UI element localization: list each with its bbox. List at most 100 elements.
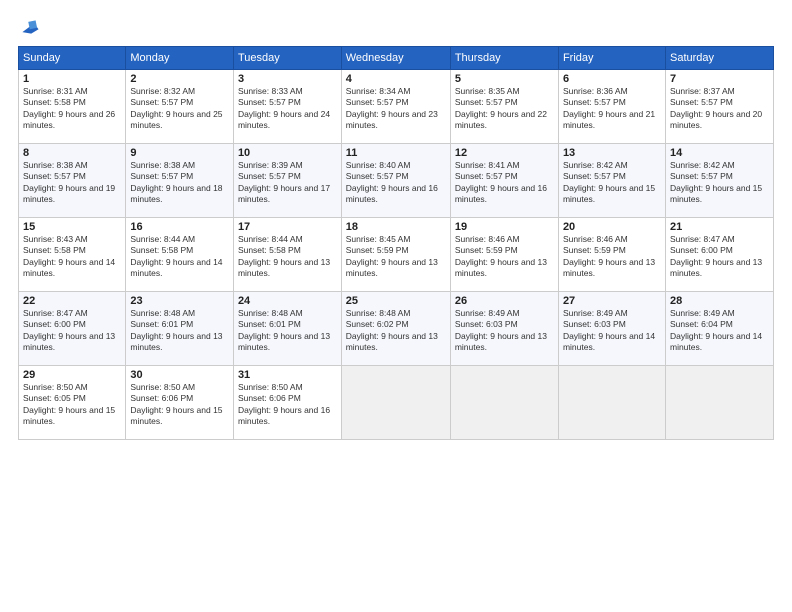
calendar-cell: 7 Sunrise: 8:37 AM Sunset: 5:57 PM Dayli… [665, 70, 773, 144]
calendar-cell: 24 Sunrise: 8:48 AM Sunset: 6:01 PM Dayl… [233, 292, 341, 366]
day-number: 26 [455, 295, 554, 307]
day-number: 31 [238, 369, 337, 381]
calendar-cell: 31 Sunrise: 8:50 AM Sunset: 6:06 PM Dayl… [233, 366, 341, 440]
header [18, 16, 774, 38]
day-number: 20 [563, 221, 661, 233]
page: SundayMondayTuesdayWednesdayThursdayFrid… [0, 0, 792, 612]
calendar-cell: 16 Sunrise: 8:44 AM Sunset: 5:58 PM Dayl… [126, 218, 234, 292]
weekday-header-friday: Friday [558, 47, 665, 70]
day-info: Sunrise: 8:48 AM Sunset: 6:02 PM Dayligh… [346, 308, 446, 354]
day-number: 17 [238, 221, 337, 233]
calendar-cell: 14 Sunrise: 8:42 AM Sunset: 5:57 PM Dayl… [665, 144, 773, 218]
day-number: 28 [670, 295, 769, 307]
weekday-header-sunday: Sunday [19, 47, 126, 70]
day-number: 21 [670, 221, 769, 233]
calendar-cell: 27 Sunrise: 8:49 AM Sunset: 6:03 PM Dayl… [558, 292, 665, 366]
day-number: 16 [130, 221, 229, 233]
day-info: Sunrise: 8:48 AM Sunset: 6:01 PM Dayligh… [238, 308, 337, 354]
calendar-header: SundayMondayTuesdayWednesdayThursdayFrid… [19, 47, 774, 70]
calendar-cell: 19 Sunrise: 8:46 AM Sunset: 5:59 PM Dayl… [450, 218, 558, 292]
day-number: 2 [130, 73, 229, 85]
day-info: Sunrise: 8:47 AM Sunset: 6:00 PM Dayligh… [670, 234, 769, 280]
calendar-cell: 18 Sunrise: 8:45 AM Sunset: 5:59 PM Dayl… [341, 218, 450, 292]
day-number: 22 [23, 295, 121, 307]
calendar-week-3: 15 Sunrise: 8:43 AM Sunset: 5:58 PM Dayl… [19, 218, 774, 292]
calendar-cell: 12 Sunrise: 8:41 AM Sunset: 5:57 PM Dayl… [450, 144, 558, 218]
day-info: Sunrise: 8:49 AM Sunset: 6:03 PM Dayligh… [563, 308, 661, 354]
day-info: Sunrise: 8:47 AM Sunset: 6:00 PM Dayligh… [23, 308, 121, 354]
day-number: 8 [23, 147, 121, 159]
calendar-cell: 5 Sunrise: 8:35 AM Sunset: 5:57 PM Dayli… [450, 70, 558, 144]
weekday-header-wednesday: Wednesday [341, 47, 450, 70]
calendar-cell: 13 Sunrise: 8:42 AM Sunset: 5:57 PM Dayl… [558, 144, 665, 218]
calendar-cell: 11 Sunrise: 8:40 AM Sunset: 5:57 PM Dayl… [341, 144, 450, 218]
day-info: Sunrise: 8:46 AM Sunset: 5:59 PM Dayligh… [455, 234, 554, 280]
calendar-cell: 22 Sunrise: 8:47 AM Sunset: 6:00 PM Dayl… [19, 292, 126, 366]
day-number: 5 [455, 73, 554, 85]
day-number: 24 [238, 295, 337, 307]
day-number: 14 [670, 147, 769, 159]
day-number: 11 [346, 147, 446, 159]
logo-icon [18, 16, 40, 38]
calendar-cell: 17 Sunrise: 8:44 AM Sunset: 5:58 PM Dayl… [233, 218, 341, 292]
calendar-cell: 4 Sunrise: 8:34 AM Sunset: 5:57 PM Dayli… [341, 70, 450, 144]
calendar-week-2: 8 Sunrise: 8:38 AM Sunset: 5:57 PM Dayli… [19, 144, 774, 218]
day-info: Sunrise: 8:34 AM Sunset: 5:57 PM Dayligh… [346, 86, 446, 132]
day-number: 30 [130, 369, 229, 381]
logo [18, 16, 44, 38]
calendar-cell: 21 Sunrise: 8:47 AM Sunset: 6:00 PM Dayl… [665, 218, 773, 292]
calendar-table: SundayMondayTuesdayWednesdayThursdayFrid… [18, 46, 774, 440]
day-number: 12 [455, 147, 554, 159]
day-info: Sunrise: 8:49 AM Sunset: 6:03 PM Dayligh… [455, 308, 554, 354]
day-info: Sunrise: 8:44 AM Sunset: 5:58 PM Dayligh… [238, 234, 337, 280]
calendar-cell: 9 Sunrise: 8:38 AM Sunset: 5:57 PM Dayli… [126, 144, 234, 218]
day-info: Sunrise: 8:43 AM Sunset: 5:58 PM Dayligh… [23, 234, 121, 280]
calendar-cell: 1 Sunrise: 8:31 AM Sunset: 5:58 PM Dayli… [19, 70, 126, 144]
weekday-header-monday: Monday [126, 47, 234, 70]
day-info: Sunrise: 8:41 AM Sunset: 5:57 PM Dayligh… [455, 160, 554, 206]
calendar-cell [558, 366, 665, 440]
day-info: Sunrise: 8:36 AM Sunset: 5:57 PM Dayligh… [563, 86, 661, 132]
calendar-cell: 3 Sunrise: 8:33 AM Sunset: 5:57 PM Dayli… [233, 70, 341, 144]
calendar-cell: 15 Sunrise: 8:43 AM Sunset: 5:58 PM Dayl… [19, 218, 126, 292]
day-info: Sunrise: 8:38 AM Sunset: 5:57 PM Dayligh… [130, 160, 229, 206]
day-number: 1 [23, 73, 121, 85]
day-info: Sunrise: 8:49 AM Sunset: 6:04 PM Dayligh… [670, 308, 769, 354]
calendar-cell: 29 Sunrise: 8:50 AM Sunset: 6:05 PM Dayl… [19, 366, 126, 440]
day-info: Sunrise: 8:37 AM Sunset: 5:57 PM Dayligh… [670, 86, 769, 132]
day-info: Sunrise: 8:33 AM Sunset: 5:57 PM Dayligh… [238, 86, 337, 132]
calendar-cell: 20 Sunrise: 8:46 AM Sunset: 5:59 PM Dayl… [558, 218, 665, 292]
day-info: Sunrise: 8:46 AM Sunset: 5:59 PM Dayligh… [563, 234, 661, 280]
day-number: 7 [670, 73, 769, 85]
day-info: Sunrise: 8:32 AM Sunset: 5:57 PM Dayligh… [130, 86, 229, 132]
weekday-row: SundayMondayTuesdayWednesdayThursdayFrid… [19, 47, 774, 70]
day-info: Sunrise: 8:40 AM Sunset: 5:57 PM Dayligh… [346, 160, 446, 206]
day-number: 23 [130, 295, 229, 307]
calendar-cell: 26 Sunrise: 8:49 AM Sunset: 6:03 PM Dayl… [450, 292, 558, 366]
calendar-week-4: 22 Sunrise: 8:47 AM Sunset: 6:00 PM Dayl… [19, 292, 774, 366]
calendar-cell [341, 366, 450, 440]
day-info: Sunrise: 8:50 AM Sunset: 6:06 PM Dayligh… [238, 382, 337, 428]
calendar-cell: 8 Sunrise: 8:38 AM Sunset: 5:57 PM Dayli… [19, 144, 126, 218]
day-info: Sunrise: 8:50 AM Sunset: 6:06 PM Dayligh… [130, 382, 229, 428]
day-number: 27 [563, 295, 661, 307]
calendar-cell: 2 Sunrise: 8:32 AM Sunset: 5:57 PM Dayli… [126, 70, 234, 144]
day-number: 19 [455, 221, 554, 233]
calendar-week-1: 1 Sunrise: 8:31 AM Sunset: 5:58 PM Dayli… [19, 70, 774, 144]
day-number: 3 [238, 73, 337, 85]
calendar-cell: 10 Sunrise: 8:39 AM Sunset: 5:57 PM Dayl… [233, 144, 341, 218]
day-info: Sunrise: 8:31 AM Sunset: 5:58 PM Dayligh… [23, 86, 121, 132]
day-number: 18 [346, 221, 446, 233]
day-number: 9 [130, 147, 229, 159]
day-number: 10 [238, 147, 337, 159]
day-info: Sunrise: 8:48 AM Sunset: 6:01 PM Dayligh… [130, 308, 229, 354]
day-info: Sunrise: 8:39 AM Sunset: 5:57 PM Dayligh… [238, 160, 337, 206]
calendar-week-5: 29 Sunrise: 8:50 AM Sunset: 6:05 PM Dayl… [19, 366, 774, 440]
day-number: 25 [346, 295, 446, 307]
day-info: Sunrise: 8:50 AM Sunset: 6:05 PM Dayligh… [23, 382, 121, 428]
weekday-header-tuesday: Tuesday [233, 47, 341, 70]
day-number: 13 [563, 147, 661, 159]
weekday-header-thursday: Thursday [450, 47, 558, 70]
day-info: Sunrise: 8:44 AM Sunset: 5:58 PM Dayligh… [130, 234, 229, 280]
calendar-cell: 30 Sunrise: 8:50 AM Sunset: 6:06 PM Dayl… [126, 366, 234, 440]
